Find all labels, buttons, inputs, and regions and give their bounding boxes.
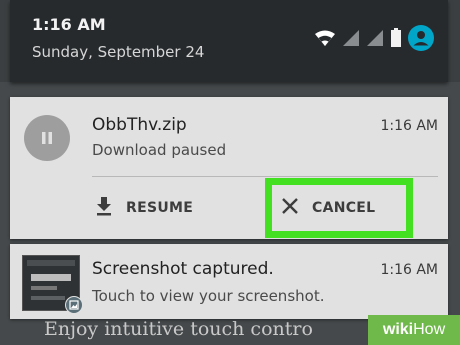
download-notification[interactable]: ObbThv.zip Download paused 1:16 AM RESUM… <box>10 97 448 239</box>
close-icon <box>280 196 300 220</box>
cancel-button[interactable]: CANCEL <box>265 178 413 238</box>
header-time: 1:16 AM <box>32 15 106 34</box>
signal-icon <box>366 29 384 47</box>
screenshot-thumbnail <box>22 255 83 314</box>
account-icon[interactable] <box>408 25 434 51</box>
divider <box>92 176 438 177</box>
header-date: Sunday, September 24 <box>32 43 205 61</box>
image-icon <box>65 296 83 314</box>
notification-time: 1:16 AM <box>380 262 438 278</box>
notification-subtitle: Download paused <box>92 141 227 159</box>
cancel-label: CANCEL <box>312 200 376 216</box>
wikihow-watermark: wiki How <box>368 315 460 345</box>
screenshot-notification[interactable]: Screenshot captured. Touch to view your … <box>10 244 448 319</box>
download-icon <box>94 195 114 221</box>
watermark-part1: wiki <box>382 321 414 338</box>
watermark-part2: How <box>413 321 446 338</box>
notification-time: 1:16 AM <box>380 118 438 134</box>
background-page-text: Enjoy intuitive touch contro <box>44 318 313 340</box>
notification-title: Screenshot captured. <box>92 259 274 279</box>
notification-header: 1:16 AM Sunday, September 24 <box>10 0 448 82</box>
resume-button[interactable]: RESUME <box>94 185 193 231</box>
notification-title: ObbThv.zip <box>92 115 187 135</box>
battery-icon <box>390 28 402 48</box>
signal-icon <box>342 29 360 47</box>
resume-label: RESUME <box>126 200 194 216</box>
status-icons <box>314 24 434 52</box>
wifi-icon <box>314 29 336 47</box>
notification-subtitle: Touch to view your screenshot. <box>92 287 325 305</box>
pause-icon[interactable] <box>24 115 70 161</box>
